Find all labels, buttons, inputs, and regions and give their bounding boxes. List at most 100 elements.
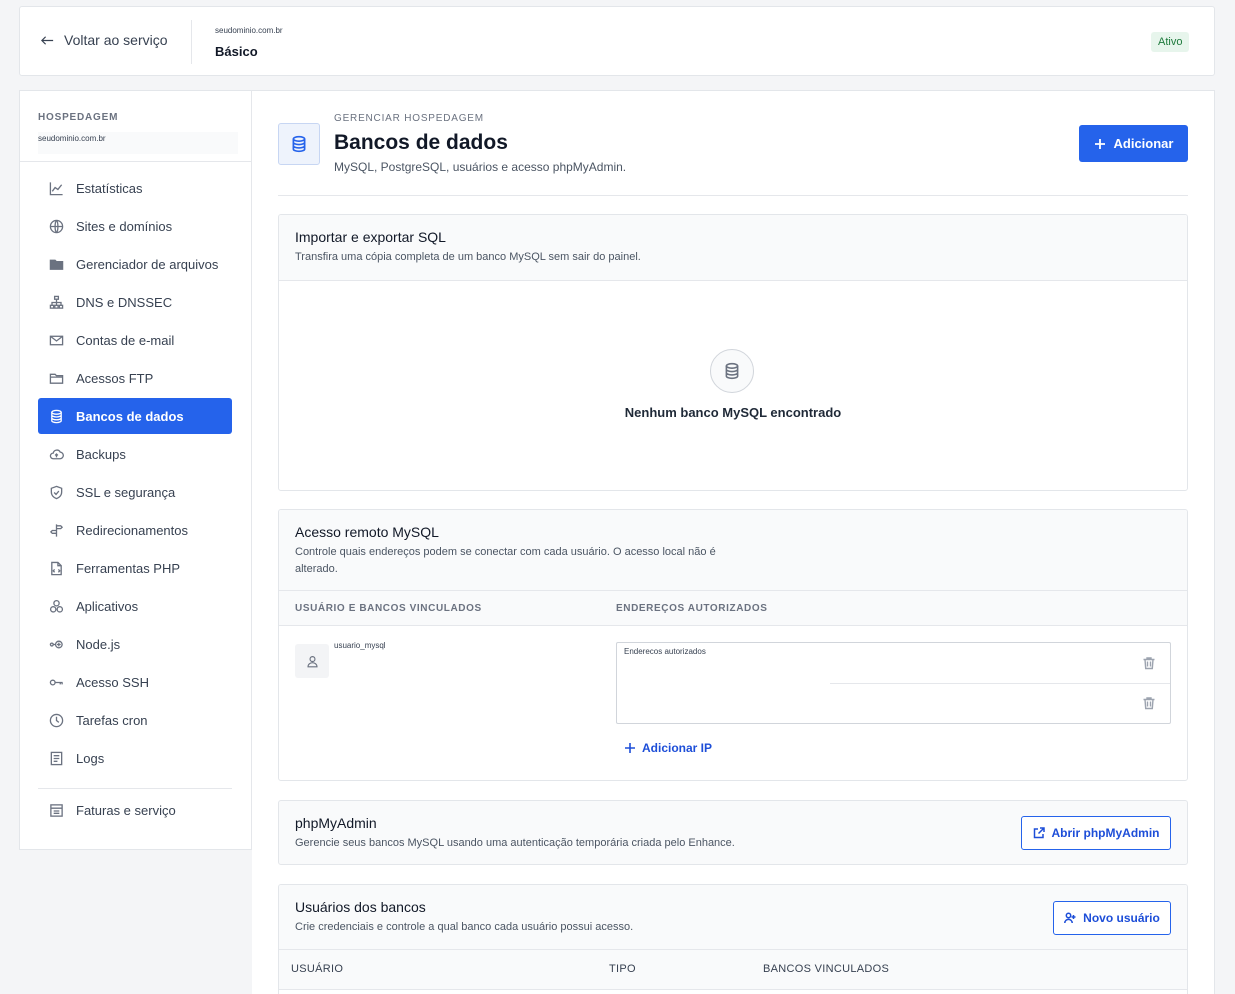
log-icon — [50, 751, 63, 765]
delete-address-button[interactable] — [1142, 656, 1156, 670]
invoice-icon — [50, 803, 63, 817]
plus-icon — [1094, 138, 1105, 149]
column-header-user: USUÁRIO — [291, 963, 344, 975]
mysql-user-name: usuario_mysql — [334, 641, 386, 650]
phpmyadmin-card: phpMyAdmin Gerencie seus bancos MySQL us… — [278, 800, 1188, 865]
sidebar-item-label: Tarefas cron — [76, 712, 148, 728]
sidebar-item-label: SSL e segurança — [76, 484, 176, 500]
shield-icon — [50, 485, 63, 499]
network-icon — [49, 295, 64, 309]
open-phpmyadmin-button[interactable]: Abrir phpMyAdmin — [1021, 816, 1171, 850]
column-header-linked-databases: BANCOS VINCULADOS — [763, 963, 890, 975]
cloud-upload-icon — [49, 448, 64, 459]
sidebar-item-nodejs[interactable]: Node.js — [38, 626, 232, 662]
apps-icon — [49, 599, 64, 613]
clock-icon — [49, 713, 64, 727]
sidebar-item-sites[interactable]: Sites e domínios — [38, 208, 232, 244]
sidebar-item-label: Logs — [76, 750, 105, 766]
folder-open-icon — [49, 373, 64, 384]
sidebar-item-label: Redirecionamentos — [76, 522, 189, 538]
add-ip-button[interactable]: Adicionar IP — [625, 741, 712, 755]
status-badge: Ativo — [1151, 32, 1190, 52]
sidebar-item-label: Ferramentas PHP — [76, 560, 181, 576]
delete-address-button[interactable] — [1142, 696, 1156, 710]
sidebar-item-label: Sites e domínios — [76, 218, 173, 234]
sidebar-domain: seudominio.com.br — [38, 132, 238, 154]
column-header-users: USUÁRIO E BANCOS VINCULADOS — [295, 603, 482, 614]
signpost-icon — [49, 523, 64, 537]
sidebar-item-dns[interactable]: DNS e DNSSEC — [38, 284, 232, 320]
trash-icon — [1143, 697, 1155, 710]
sidebar-divider — [38, 788, 232, 789]
trash-icon — [1143, 657, 1155, 670]
add-button-label: Adicionar — [1113, 136, 1174, 151]
service-domain: seudominio.com.br — [215, 26, 283, 35]
sidebar-item-logs[interactable]: Logs — [38, 740, 232, 776]
back-label: Voltar ao serviço — [64, 32, 168, 48]
user-avatar — [295, 644, 329, 678]
main-content: GERENCIAR HOSPEDAGEM Bancos de dados MyS… — [252, 90, 1215, 994]
sidebar-item-label: Estatísticas — [76, 180, 143, 196]
table-header: USUÁRIO E BANCOS VINCULADOS ENDEREÇOS AU… — [279, 591, 1187, 626]
header-divider — [278, 195, 1188, 196]
mail-icon — [49, 335, 64, 345]
open-phpmyadmin-label: Abrir phpMyAdmin — [1051, 826, 1160, 840]
database-icon — [725, 362, 739, 380]
sidebar-item-ssh[interactable]: Acesso SSH — [38, 664, 232, 700]
arrow-left-icon — [41, 35, 54, 45]
user-plus-icon — [1064, 912, 1076, 924]
sidebar-item-label: Bancos de dados — [76, 408, 184, 424]
authorized-addresses-field[interactable]: Enderecos autorizados — [616, 642, 1171, 724]
sidebar-item-backups[interactable]: Backups — [38, 436, 232, 472]
address-row-divider — [617, 683, 1170, 684]
sidebar-item-bancos-de-dados[interactable]: Bancos de dados — [38, 398, 232, 434]
card-description: Crie credenciais e controle a qual banco… — [295, 921, 634, 933]
globe-icon — [49, 219, 64, 233]
sidebar-item-ssl[interactable]: SSL e segurança — [38, 474, 232, 510]
card-header: Usuários dos bancos Crie credenciais e c… — [279, 885, 1187, 950]
back-to-service-link[interactable]: Voltar ao serviço — [40, 32, 168, 48]
new-user-button[interactable]: Novo usuário — [1053, 901, 1171, 935]
authorized-addresses-label: Enderecos autorizados — [624, 647, 706, 656]
sidebar-item-arquivos[interactable]: Gerenciador de arquivos — [38, 246, 232, 282]
service-header: Voltar ao serviço seudominio.com.br Bási… — [19, 6, 1215, 76]
node-icon — [49, 640, 63, 648]
sidebar-item-label: Acessos FTP — [76, 370, 154, 386]
remote-access-card: Acesso remoto MySQL Controle quais ender… — [278, 509, 1188, 781]
user-icon — [306, 655, 318, 667]
add-button[interactable]: Adicionar — [1079, 125, 1188, 162]
sidebar-item-label: Contas de e-mail — [76, 332, 175, 348]
sidebar-item-faturas[interactable]: Faturas e serviço — [38, 792, 232, 828]
page-title: Bancos de dados — [334, 131, 508, 154]
header-divider — [191, 20, 192, 64]
page-subtitle: MySQL, PostgreSQL, usuários e acesso php… — [334, 160, 627, 174]
empty-state-text: Nenhum banco MySQL encontrado — [624, 405, 842, 420]
file-code-icon — [51, 561, 62, 575]
sidebar-item-cron[interactable]: Tarefas cron — [38, 702, 232, 738]
sidebar-divider — [20, 161, 252, 162]
empty-state-icon-box — [710, 349, 754, 393]
import-export-card: Importar e exportar SQL Transfira uma có… — [278, 214, 1188, 491]
card-header: Acesso remoto MySQL Controle quais ender… — [279, 510, 1187, 591]
column-header-addresses: ENDEREÇOS AUTORIZADOS — [616, 603, 768, 614]
column-header-type: TIPO — [609, 963, 636, 975]
sidebar-item-label: Faturas e serviço — [76, 802, 176, 818]
sidebar-item-email[interactable]: Contas de e-mail — [38, 322, 232, 358]
page-icon-box — [278, 123, 320, 165]
sidebar-item-aplicativos[interactable]: Aplicativos — [38, 588, 232, 624]
new-user-label: Novo usuário — [1083, 911, 1160, 925]
sidebar-item-label: Acesso SSH — [76, 674, 149, 690]
card-header: Importar e exportar SQL Transfira uma có… — [279, 215, 1187, 281]
card-title: Usuários dos bancos — [295, 899, 426, 915]
card-description: Transfira uma cópia completa de um banco… — [295, 251, 641, 263]
sidebar-item-php[interactable]: Ferramentas PHP — [38, 550, 232, 586]
add-ip-label: Adicionar IP — [642, 741, 713, 755]
sidebar-item-redirecionamentos[interactable]: Redirecionamentos — [38, 512, 232, 548]
database-users-card: Usuários dos bancos Crie credenciais e c… — [278, 884, 1188, 994]
sidebar-item-estatisticas[interactable]: Estatísticas — [38, 170, 232, 206]
service-plan: Básico — [215, 44, 258, 59]
page-eyebrow: GERENCIAR HOSPEDAGEM — [334, 113, 484, 124]
sidebar-item-ftp[interactable]: Acessos FTP — [38, 360, 232, 396]
key-icon — [49, 679, 63, 685]
plus-icon — [625, 743, 635, 753]
